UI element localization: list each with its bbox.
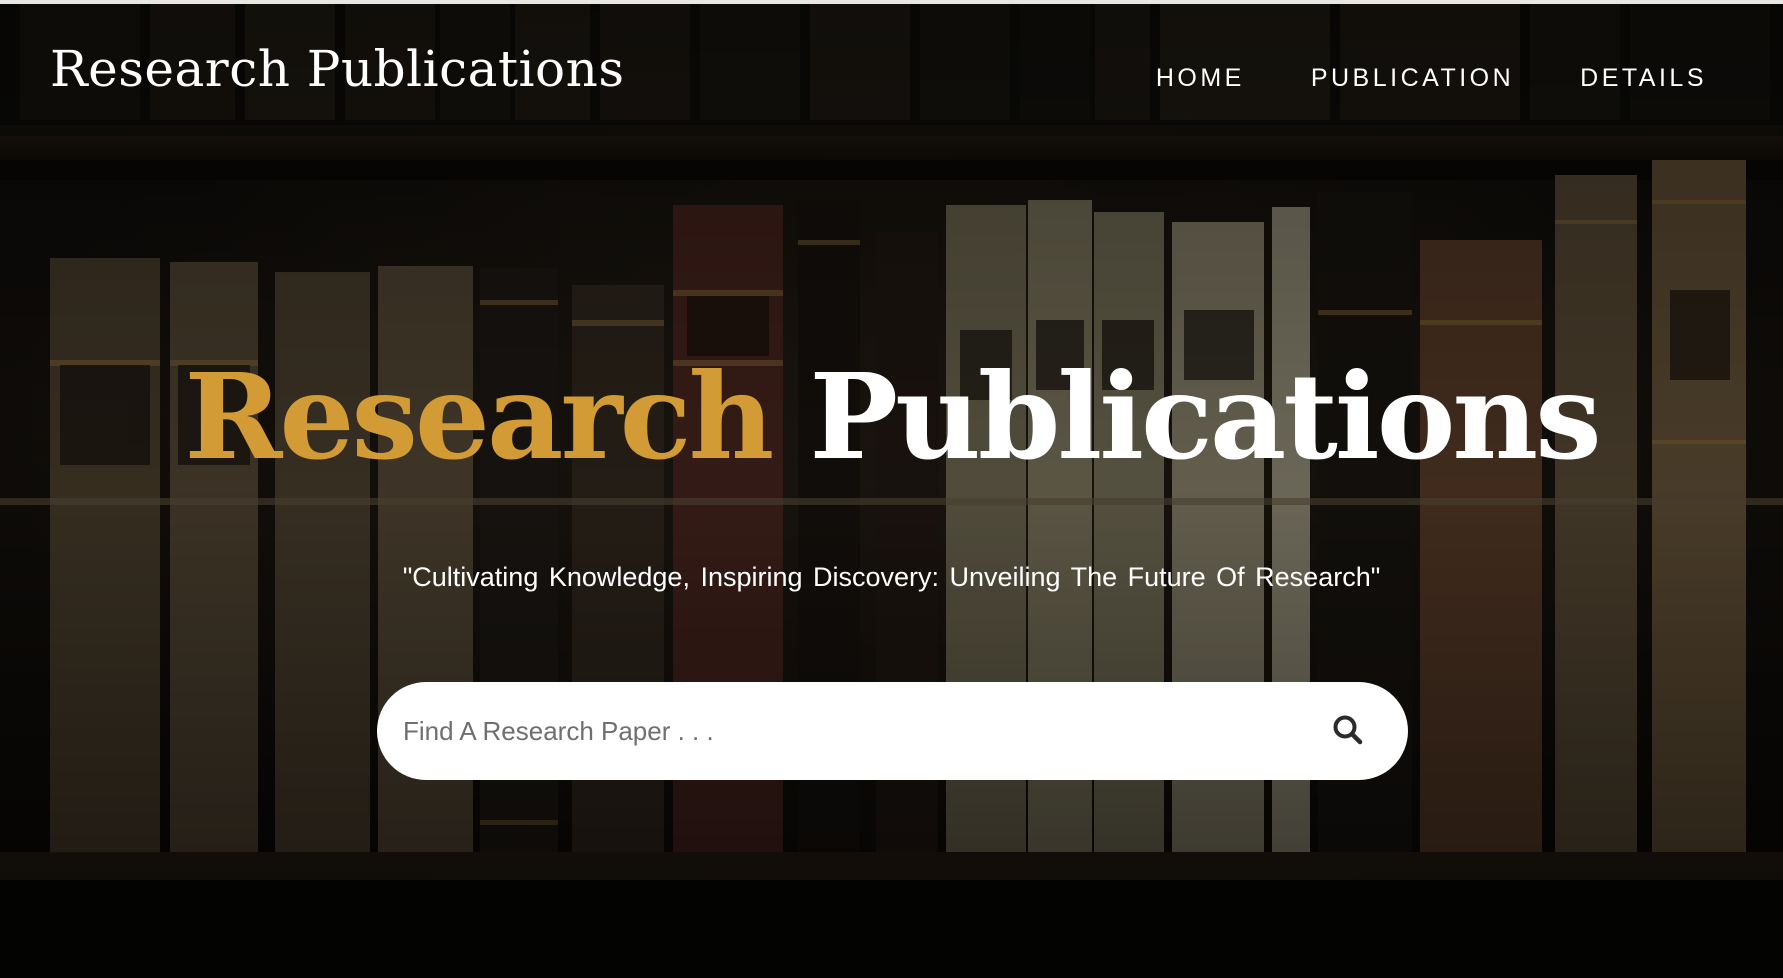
hero-tagline: "Cultivating Knowledge, Inspiring Discov… — [402, 562, 1381, 592]
bookshelf-background-image — [0, 0, 1783, 978]
nav-link-details[interactable]: DETAILS — [1580, 64, 1707, 93]
hero-title: Research Publications — [0, 352, 1783, 482]
navbar: Research Publications HOME PUBLICATION D… — [0, 4, 1783, 136]
nav-links: HOME PUBLICATION DETAILS — [1156, 64, 1707, 93]
brand-logo-text[interactable]: Research Publications — [50, 40, 625, 98]
search-bar — [377, 682, 1408, 780]
hero-title-accent: Research — [184, 347, 774, 486]
nav-link-home[interactable]: HOME — [1156, 64, 1245, 93]
search-input[interactable] — [403, 682, 1283, 780]
search-button[interactable] — [1330, 712, 1368, 750]
hero-background — [0, 0, 1783, 978]
hero-title-main: Publications — [809, 347, 1601, 486]
nav-link-publication[interactable]: PUBLICATION — [1311, 64, 1514, 93]
search-icon — [1333, 715, 1363, 745]
